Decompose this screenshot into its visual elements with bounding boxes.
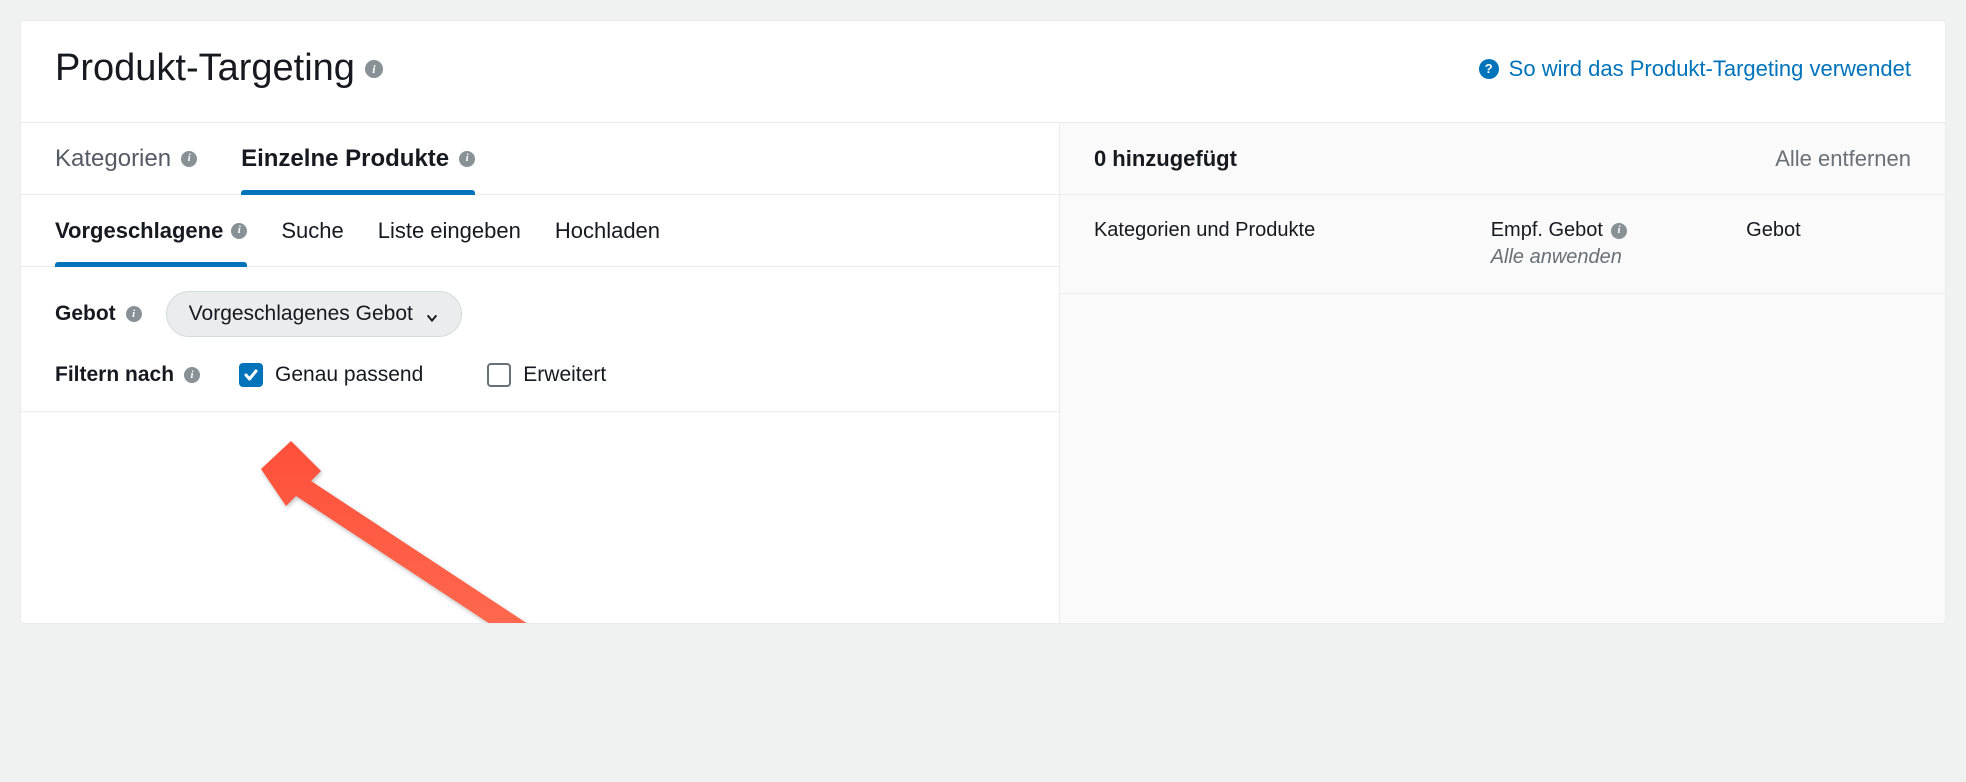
- tab-categories-label: Kategorien: [55, 145, 171, 173]
- chevron-down-icon: [425, 307, 439, 321]
- subtab-suggested-label: Vorgeschlagene: [55, 218, 223, 244]
- tab-products[interactable]: Einzelne Produkte i: [241, 123, 475, 194]
- controls: Gebot i Vorgeschlagenes Gebot Filtern na…: [21, 267, 1059, 412]
- info-icon[interactable]: i: [126, 306, 142, 322]
- filter-label-text: Filtern nach: [55, 363, 174, 387]
- card-header: Produkt-Targeting i ? So wird das Produk…: [21, 21, 1945, 123]
- annotation-arrow: [251, 441, 591, 624]
- apply-all-link[interactable]: Alle anwenden: [1491, 246, 1726, 269]
- body-split: Kategorien i Einzelne Produkte i Vorgesc…: [21, 123, 1945, 623]
- bid-label-text: Gebot: [55, 302, 116, 326]
- added-count: 0 hinzugefügt: [1094, 146, 1237, 172]
- info-icon[interactable]: i: [365, 60, 383, 78]
- filter-expanded[interactable]: Erweitert: [487, 363, 606, 387]
- checkbox-empty-icon: [487, 363, 511, 387]
- right-column-headers: Kategorien und Produkte Empf. Gebot i Al…: [1060, 195, 1945, 294]
- help-link[interactable]: ? So wird das Produkt-Targeting verwende…: [1479, 56, 1911, 82]
- col-rec-bid-label: Empf. Gebot: [1491, 219, 1603, 242]
- subtab-upload[interactable]: Hochladen: [555, 195, 660, 266]
- info-icon[interactable]: i: [231, 223, 247, 239]
- subtab-enter-list[interactable]: Liste eingeben: [378, 195, 521, 266]
- info-icon[interactable]: i: [181, 151, 197, 167]
- tab-products-label: Einzelne Produkte: [241, 145, 449, 173]
- left-pane: Kategorien i Einzelne Produkte i Vorgesc…: [21, 123, 1060, 623]
- bid-row: Gebot i Vorgeschlagenes Gebot: [55, 291, 1025, 337]
- page-title-text: Produkt-Targeting: [55, 47, 355, 90]
- tab-categories[interactable]: Kategorien i: [55, 123, 197, 194]
- bid-label: Gebot i: [55, 302, 142, 326]
- subtab-enter-list-label: Liste eingeben: [378, 218, 521, 244]
- info-icon[interactable]: i: [459, 151, 475, 167]
- remove-all-link[interactable]: Alle entfernen: [1775, 146, 1911, 172]
- help-icon: ?: [1479, 59, 1499, 79]
- checkbox-checked-icon: [239, 363, 263, 387]
- col-bid: Gebot: [1746, 219, 1911, 242]
- info-icon[interactable]: i: [1611, 223, 1627, 239]
- bid-select-value: Vorgeschlagenes Gebot: [189, 302, 413, 326]
- right-pane: 0 hinzugefügt Alle entfernen Kategorien …: [1060, 123, 1945, 623]
- product-targeting-card: Produkt-Targeting i ? So wird das Produk…: [20, 20, 1946, 624]
- subtab-search-label: Suche: [281, 218, 343, 244]
- sub-tabs: Vorgeschlagene i Suche Liste eingeben Ho…: [21, 195, 1059, 267]
- filter-exact-label: Genau passend: [275, 363, 423, 387]
- info-icon[interactable]: i: [184, 367, 200, 383]
- main-tabs: Kategorien i Einzelne Produkte i: [21, 123, 1059, 195]
- filter-label: Filtern nach i: [55, 363, 215, 387]
- help-link-text: So wird das Produkt-Targeting verwendet: [1509, 56, 1911, 82]
- subtab-search[interactable]: Suche: [281, 195, 343, 266]
- filter-expanded-label: Erweitert: [523, 363, 606, 387]
- bid-select[interactable]: Vorgeschlagenes Gebot: [166, 291, 462, 337]
- subtab-suggested[interactable]: Vorgeschlagene i: [55, 195, 247, 266]
- subtab-upload-label: Hochladen: [555, 218, 660, 244]
- filter-exact[interactable]: Genau passend: [239, 363, 423, 387]
- filter-row: Filtern nach i Genau passend Erweitert: [55, 363, 1025, 387]
- col-products: Kategorien und Produkte: [1094, 219, 1471, 242]
- page-title: Produkt-Targeting i: [55, 47, 383, 90]
- right-header: 0 hinzugefügt Alle entfernen: [1060, 123, 1945, 195]
- col-rec-bid: Empf. Gebot i Alle anwenden: [1491, 219, 1726, 269]
